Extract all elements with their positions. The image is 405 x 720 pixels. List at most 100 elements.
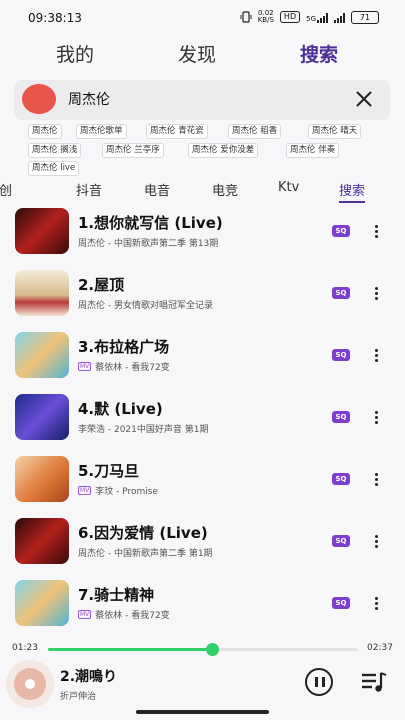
suggestion-chip[interactable]: 周杰伦 [28, 124, 62, 139]
hd-badge: HD [279, 11, 301, 23]
category-tabs: 原创 抖音 电音 电竞 Ktv 搜索 [0, 178, 405, 204]
suggestion-chip[interactable]: 周杰伦 晴天 [308, 124, 362, 139]
song-subtitle-text: 李荣浩 - 2021中国好声音 第1期 [78, 425, 209, 435]
top-tabs: 我的 发现 搜索 [0, 40, 405, 72]
avatar[interactable] [22, 84, 56, 114]
more-icon[interactable] [370, 595, 382, 613]
sq-badge: SQ [332, 473, 350, 485]
status-icons: 0.02 KB/S HD 5G 71 [240, 10, 379, 24]
album-cover [15, 208, 69, 254]
song-subtitle-text: 李玟 - Promise [95, 487, 159, 497]
playback-progress: 01:23 02:37 [0, 640, 405, 660]
list-item[interactable]: 1.想你就写信 (Live) 周杰伦 - 中国新歌声第二季 第13期 SQ [0, 205, 405, 265]
progress-fill [48, 648, 213, 651]
song-title: 3.布拉格广场 [78, 338, 170, 356]
search-bar [14, 80, 390, 120]
status-time: 09:38:13 [28, 11, 82, 25]
status-bar: 09:38:13 0.02 KB/S HD 5G 71 [0, 0, 405, 36]
current-time: 01:23 [12, 643, 38, 653]
song-title: 5.刀马旦 [78, 462, 140, 480]
search-input[interactable] [68, 88, 328, 110]
song-title: 7.骑士精神 [78, 586, 155, 604]
suggestion-chip[interactable]: 周杰伦 稻香 [228, 124, 282, 139]
tab-search[interactable]: 搜索 [300, 40, 338, 67]
list-item[interactable]: 7.骑士精神 MV 蔡依林 - 看我72变 SQ [0, 577, 405, 637]
pause-button[interactable] [305, 668, 333, 696]
category-search[interactable]: 搜索 [339, 180, 366, 203]
suggestion-chip[interactable]: 周杰伦 兰亭序 [102, 143, 164, 158]
suggestion-chip[interactable]: 周杰伦 爱你没差 [188, 143, 259, 158]
category-esports[interactable]: 电竞 [212, 180, 238, 199]
list-item[interactable]: 6.因为爱情 (Live) 周杰伦 - 中国新歌声第二季 第1期 SQ [0, 515, 405, 575]
album-cover [15, 270, 69, 316]
song-subtitle: MV 蔡依林 - 看我72变 [78, 360, 170, 373]
total-time: 02:37 [367, 643, 393, 653]
suggestion-chip[interactable]: 周杰伦 live [28, 161, 80, 176]
sq-badge: SQ [332, 287, 350, 299]
song-subtitle: 周杰伦 - 中国新歌声第二季 第1期 [78, 546, 213, 559]
category-ktv[interactable]: Ktv [278, 180, 299, 195]
song-subtitle-text: 蔡依林 - 看我72变 [95, 611, 170, 621]
progress-handle[interactable] [206, 643, 220, 656]
song-subtitle: MV 蔡依林 - 看我72变 [78, 608, 170, 621]
sq-badge: SQ [332, 225, 350, 237]
song-subtitle-text: 周杰伦 - 中国新歌声第二季 第1期 [78, 549, 213, 559]
playlist-icon[interactable] [360, 670, 388, 694]
song-title: 2.屋顶 [78, 276, 125, 294]
net-speed-unit: KB/S [257, 16, 274, 24]
signal-icon [334, 12, 345, 23]
song-subtitle-text: 蔡依林 - 看我72变 [95, 363, 170, 373]
sq-badge: SQ [332, 597, 350, 609]
now-playing-title: 2.潮鳴り [60, 669, 118, 685]
mv-badge[interactable]: MV [78, 610, 92, 619]
more-icon[interactable] [370, 471, 382, 489]
song-subtitle: 周杰伦 - 中国新歌声第二季 第13期 [78, 236, 218, 249]
album-cover [15, 580, 69, 626]
suggestion-chip[interactable]: 周杰伦歌单 [76, 124, 127, 139]
close-icon[interactable] [352, 87, 376, 111]
song-title: 4.默 (Live) [78, 400, 163, 418]
album-cover [15, 394, 69, 440]
song-title: 6.因为爱情 (Live) [78, 524, 208, 542]
sq-badge: SQ [332, 535, 350, 547]
mv-badge[interactable]: MV [78, 362, 92, 371]
sq-badge: SQ [332, 411, 350, 423]
suggestion-chip[interactable]: 周杰伦 青花瓷 [146, 124, 208, 139]
signal-5g-icon: 5G [306, 12, 328, 23]
list-item[interactable]: 3.布拉格广场 MV 蔡依林 - 看我72变 SQ [0, 329, 405, 389]
category-douyin[interactable]: 抖音 [76, 180, 102, 199]
more-icon[interactable] [370, 409, 382, 427]
list-item[interactable]: 5.刀马旦 MV 李玟 - Promise SQ [0, 453, 405, 513]
home-indicator[interactable] [136, 710, 269, 714]
list-item[interactable]: 4.默 (Live) 李荣浩 - 2021中国好声音 第1期 SQ [0, 391, 405, 451]
sq-badge: SQ [332, 349, 350, 361]
song-subtitle: 李荣浩 - 2021中国好声音 第1期 [78, 422, 208, 435]
more-icon[interactable] [370, 223, 382, 241]
disc-icon [6, 660, 54, 708]
net-speed: 0.02 KB/S [258, 10, 274, 24]
category-edm[interactable]: 电音 [144, 180, 170, 199]
now-playing-cover[interactable] [6, 660, 54, 708]
song-subtitle: MV 李玟 - Promise [78, 484, 158, 497]
song-title: 1.想你就写信 (Live) [78, 214, 223, 232]
album-cover [15, 518, 69, 564]
progress-track[interactable] [48, 643, 358, 656]
net-type: 5G [306, 14, 316, 23]
battery-icon: 71 [351, 10, 379, 24]
more-icon[interactable] [370, 533, 382, 551]
song-subtitle-text: 周杰伦 - 中国新歌声第二季 第13期 [78, 239, 219, 249]
list-item[interactable]: 2.屋顶 周杰伦 - 男女情歌对唱冠军全记录 SQ [0, 267, 405, 327]
suggestion-chip[interactable]: 周杰伦 伴奏 [286, 143, 340, 158]
tab-mine[interactable]: 我的 [56, 40, 94, 67]
more-icon[interactable] [370, 347, 382, 365]
album-cover [15, 456, 69, 502]
mv-badge[interactable]: MV [78, 486, 92, 495]
album-cover [15, 332, 69, 378]
category-original[interactable]: 原创 [0, 180, 12, 199]
vibrate-icon [240, 11, 252, 23]
song-subtitle: 周杰伦 - 男女情歌对唱冠军全记录 [78, 298, 213, 311]
tab-discover[interactable]: 发现 [178, 40, 216, 67]
more-icon[interactable] [370, 285, 382, 303]
now-playing-artist: 折戸伸治 [60, 692, 97, 702]
suggestion-chip[interactable]: 周杰伦 搁浅 [28, 143, 82, 158]
